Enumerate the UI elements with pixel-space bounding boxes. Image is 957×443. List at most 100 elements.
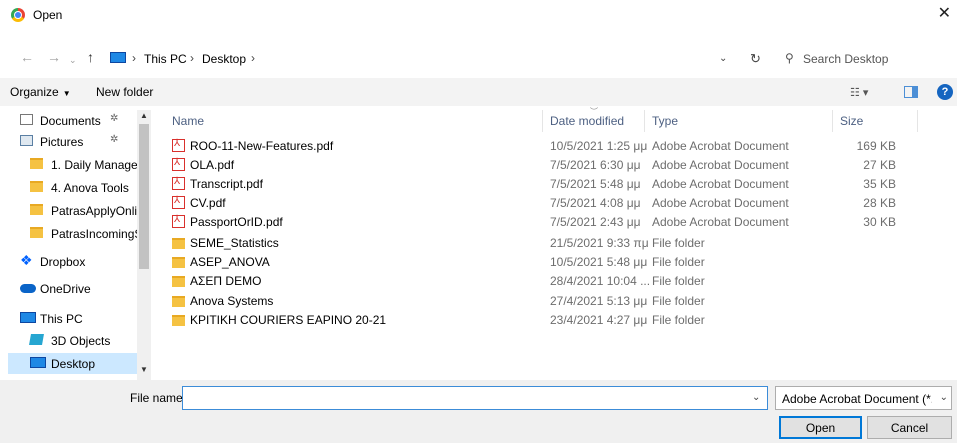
chevron-down-icon[interactable]: ⌄ [752, 392, 760, 403]
nav-item-daily-management[interactable]: 1. Daily Management [18, 154, 148, 175]
file-date: 28/4/2021 10:04 ... [550, 274, 651, 288]
folder-icon [30, 204, 43, 215]
file-name-input[interactable] [182, 386, 768, 410]
scroll-up-icon[interactable]: ▲ [140, 111, 148, 120]
file-type-filter-label: Adobe Acrobat Document (*.pdf) [782, 392, 932, 406]
column-divider[interactable] [542, 110, 543, 132]
preview-pane-icon[interactable] [904, 86, 918, 98]
file-type: Adobe Acrobat Document [652, 158, 789, 172]
file-name: Anova Systems [190, 294, 274, 308]
scrollbar-thumb[interactable] [139, 124, 149, 269]
navigation-pane: Documents ✲ Pictures ✲ 1. Daily Manageme… [0, 110, 152, 380]
organize-button[interactable]: Organize ▼ [10, 85, 71, 99]
crumb-separator-icon[interactable]: › [132, 51, 136, 65]
chevron-down-icon[interactable]: ⌄ [719, 53, 727, 64]
caret-down-icon: ▼ [62, 89, 71, 98]
column-header-date[interactable]: Date modified [550, 110, 624, 132]
nav-item-documents[interactable]: Documents ✲ [8, 110, 148, 131]
file-name-cell: OLA.pdf [172, 157, 234, 172]
nav-item-this-pc[interactable]: This PC [8, 308, 148, 329]
pictures-icon [20, 135, 33, 146]
file-type: Adobe Acrobat Document [652, 215, 789, 229]
file-date: 10/5/2021 5:48 μμ [550, 255, 648, 269]
table-row[interactable]: SEME_Statistics 21/5/2021 9:33 πμ File f… [160, 233, 957, 252]
file-name: ΑΣΕΠ DEMO [190, 274, 262, 288]
up-arrow-icon[interactable]: ↑ [87, 49, 94, 65]
3d-objects-icon [29, 334, 44, 345]
file-size: 169 KB [856, 139, 896, 153]
column-divider[interactable] [832, 110, 833, 132]
nav-item-anova-tools[interactable]: 4. Anova Tools [18, 177, 148, 198]
recent-locations-icon[interactable]: ⌄ [69, 52, 77, 68]
table-row[interactable]: PassportOrID.pdf 7/5/2021 2:43 μμ Adobe … [160, 212, 957, 231]
column-header-name[interactable]: Name [172, 110, 204, 132]
nav-item-label: Desktop [51, 357, 96, 371]
new-folder-button[interactable]: New folder [96, 85, 153, 99]
toolbar: Organize ▼ New folder ☷ ▾ ? [0, 78, 957, 106]
file-list: Name ︶ Date modified Type Size ROO-11-Ne… [160, 107, 957, 380]
crumb-separator-icon[interactable]: › [251, 51, 255, 65]
crumb-separator-icon[interactable]: › [190, 51, 194, 65]
search-input[interactable] [803, 49, 948, 69]
nav-item-3d-objects[interactable]: 3D Objects [18, 330, 148, 351]
search-box: ⚲ [775, 47, 955, 71]
help-icon[interactable]: ? [937, 84, 953, 100]
file-size: 28 KB [863, 196, 896, 210]
this-pc-icon [110, 52, 126, 63]
column-divider[interactable] [644, 110, 645, 132]
table-row[interactable]: Anova Systems 27/4/2021 5:13 μμ File fol… [160, 291, 957, 310]
address-bar[interactable]: › This PC › Desktop › ⌄ ↻ [105, 47, 767, 71]
nav-scrollbar[interactable]: ▲ ▼ [137, 110, 151, 380]
refresh-icon[interactable]: ↻ [750, 51, 761, 67]
open-button[interactable]: Open [779, 416, 862, 439]
breadcrumb-desktop[interactable]: Desktop [202, 52, 246, 66]
back-arrow-icon[interactable]: ← [20, 49, 34, 65]
folder-icon [172, 276, 185, 287]
column-divider[interactable] [917, 110, 918, 132]
file-date: 27/4/2021 5:13 μμ [550, 294, 648, 308]
cancel-button[interactable]: Cancel [867, 416, 952, 439]
address-row: ← → ⌄ ↑ › This PC › Desktop › ⌄ ↻ ⚲ [0, 44, 957, 72]
file-name-cell: SEME_Statistics [172, 236, 279, 250]
forward-arrow-icon[interactable]: → [47, 49, 61, 65]
table-row[interactable]: ΚΡΙΤΙΚΗ COURIERS ΕΑΡΙΝΟ 20-21 23/4/2021 … [160, 310, 957, 329]
file-name: CV.pdf [190, 196, 226, 210]
nav-item-pictures[interactable]: Pictures ✲ [8, 131, 148, 152]
file-name-cell: CV.pdf [172, 195, 226, 210]
file-type-filter[interactable]: Adobe Acrobat Document (*.pdf) ⌄ [775, 386, 952, 410]
nav-item-label: Pictures [40, 135, 84, 149]
nav-item-patras-incoming[interactable]: PatrasIncomingStudents [18, 223, 148, 244]
nav-item-label: 1. Daily Management [51, 158, 139, 172]
column-header-type[interactable]: Type [652, 110, 678, 132]
pin-icon[interactable]: ✲ [110, 113, 118, 124]
nav-item-label: 4. Anova Tools [51, 181, 129, 195]
scroll-down-icon[interactable]: ▼ [140, 365, 148, 374]
nav-item-desktop[interactable]: Desktop [8, 353, 137, 374]
file-name-cell: Anova Systems [172, 294, 273, 308]
view-options-icon[interactable]: ☷ ▾ [850, 86, 872, 99]
pdf-icon [172, 138, 185, 152]
file-name-cell: PassportOrID.pdf [172, 214, 283, 229]
column-header-size[interactable]: Size [840, 110, 863, 132]
nav-item-label: 3D Objects [51, 334, 111, 348]
nav-item-patras-apply-online[interactable]: PatrasApplyOnline [18, 200, 148, 221]
breadcrumb-this-pc[interactable]: This PC [144, 52, 187, 66]
table-row[interactable]: CV.pdf 7/5/2021 4:08 μμ Adobe Acrobat Do… [160, 193, 957, 212]
nav-item-label: PatrasIncomingStudents [51, 227, 139, 241]
pdf-icon [172, 176, 185, 190]
table-row[interactable]: ASEP_ANOVA 10/5/2021 5:48 μμ File folder [160, 252, 957, 271]
window-title: Open [33, 8, 63, 22]
table-row[interactable]: Transcript.pdf 7/5/2021 5:48 μμ Adobe Ac… [160, 174, 957, 193]
close-button[interactable]: ✕ [938, 4, 951, 24]
file-date: 7/5/2021 4:08 μμ [550, 196, 641, 210]
table-row[interactable]: OLA.pdf 7/5/2021 6:30 μμ Adobe Acrobat D… [160, 155, 957, 174]
file-date: 7/5/2021 6:30 μμ [550, 158, 641, 172]
table-row[interactable]: ΑΣΕΠ DEMO 28/4/2021 10:04 ... File folde… [160, 271, 957, 290]
file-type: Adobe Acrobat Document [652, 177, 789, 191]
nav-item-label: This PC [40, 312, 83, 326]
nav-item-dropbox[interactable]: ❖ Dropbox [8, 251, 148, 272]
pin-icon[interactable]: ✲ [110, 134, 118, 145]
table-row[interactable]: ROO-11-New-Features.pdf 10/5/2021 1:25 μ… [160, 136, 957, 155]
pdf-icon [172, 195, 185, 209]
nav-item-onedrive[interactable]: OneDrive [8, 278, 148, 299]
